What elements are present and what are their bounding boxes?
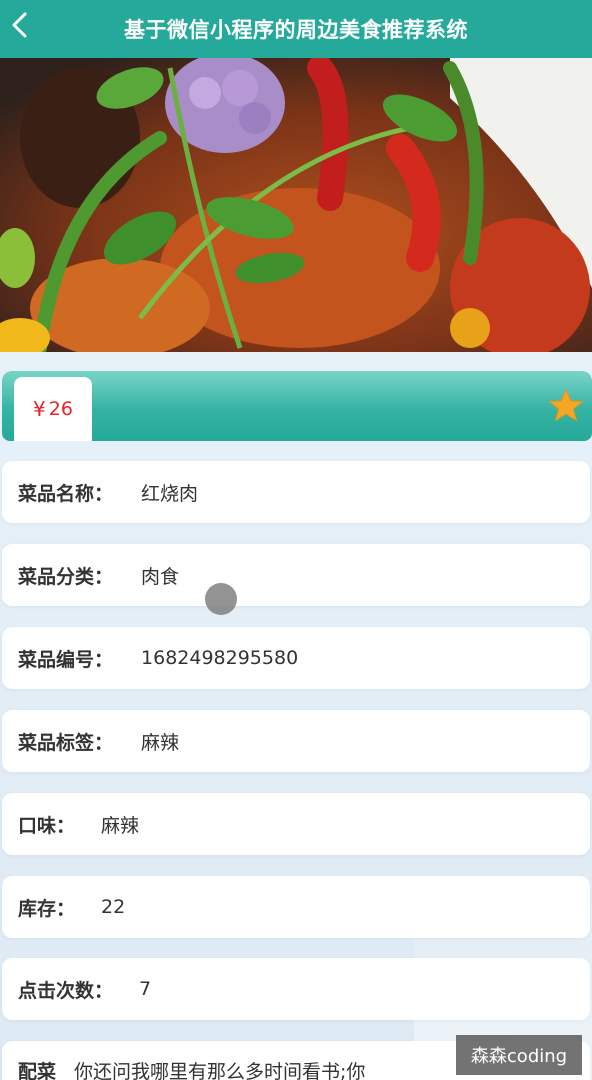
- price-tag: ¥ 26: [14, 377, 92, 441]
- dish-photo: [0, 58, 592, 352]
- detail-value: 7: [139, 978, 152, 1000]
- star-icon[interactable]: [548, 389, 584, 423]
- detail-value: 麻辣: [101, 814, 140, 837]
- detail-value: 22: [101, 896, 126, 918]
- detail-value: 1682498295580: [141, 647, 299, 669]
- detail-row-name: 菜品名称： 红烧肉: [2, 461, 590, 523]
- page-title: 基于微信小程序的周边美食推荐系统: [124, 18, 468, 42]
- detail-row-code: 菜品编号： 1682498295580: [2, 627, 590, 689]
- detail-label: 菜品分类：: [18, 565, 114, 588]
- detail-value: 你还问我哪里有那么多时间看书;你: [74, 1061, 366, 1080]
- detail-row-stock: 库存： 22: [2, 876, 590, 938]
- detail-row-category: 菜品分类： 肉食: [2, 544, 590, 606]
- detail-value: 麻辣: [141, 731, 180, 754]
- price-value: 26: [48, 398, 73, 420]
- detail-label: 点击次数：: [18, 979, 114, 1002]
- detail-label: 口味：: [18, 814, 76, 837]
- price-bar: ¥ 26: [2, 371, 592, 441]
- detail-label: 菜品编号：: [18, 648, 114, 671]
- detail-label: 菜品标签：: [18, 731, 114, 754]
- chevron-left-icon: [12, 12, 27, 38]
- watermark: 森森coding: [456, 1035, 582, 1075]
- touch-indicator: [205, 583, 237, 615]
- detail-row-tag: 菜品标签： 麻辣: [2, 710, 590, 772]
- back-button[interactable]: [6, 9, 34, 41]
- detail-row-clicks: 点击次数： 7: [2, 958, 590, 1020]
- nav-bar: 基于微信小程序的周边美食推荐系统: [0, 0, 592, 58]
- detail-label: 库存：: [18, 897, 76, 920]
- currency-symbol: ¥: [33, 397, 46, 421]
- detail-value: 肉食: [141, 565, 180, 588]
- detail-label: 配菜: [18, 1061, 57, 1080]
- detail-row-flavor: 口味： 麻辣: [2, 793, 590, 855]
- detail-label: 菜品名称：: [18, 482, 114, 505]
- detail-value: 红烧肉: [141, 482, 199, 505]
